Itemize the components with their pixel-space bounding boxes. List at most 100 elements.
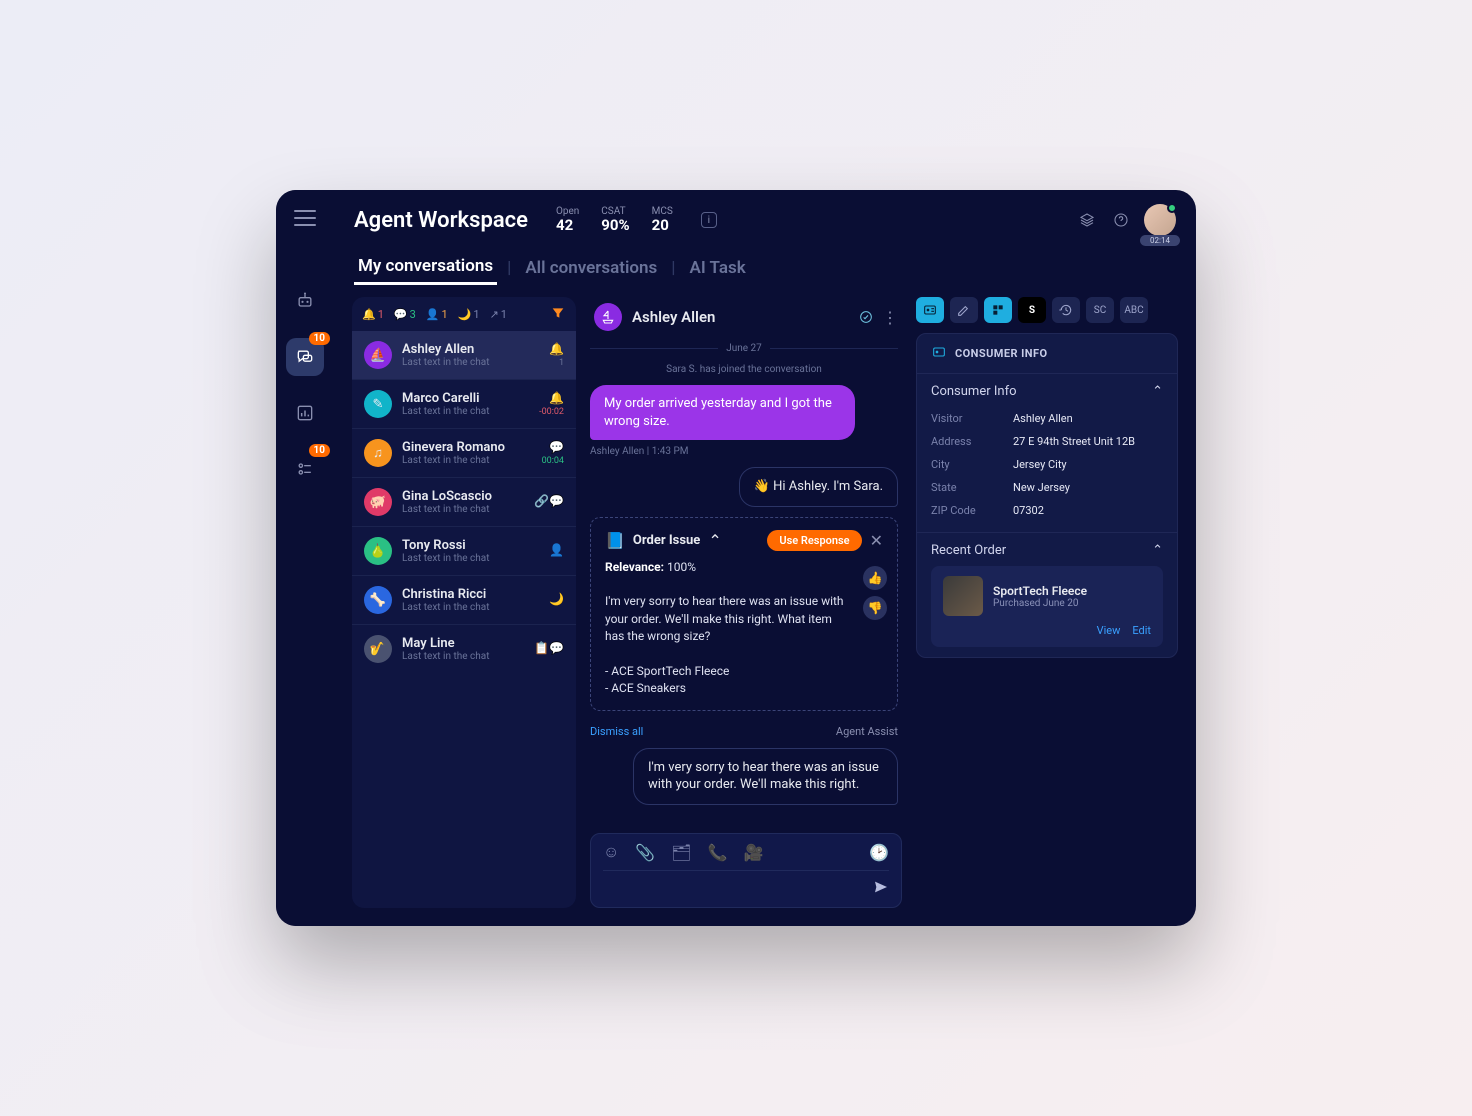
thumbs-up-button[interactable]: 👍 [863,566,887,590]
conversation-avatar: ✎ [364,390,392,418]
conversation-subtitle: Last text in the chat [402,651,524,662]
close-suggestion-button[interactable]: ✕ [870,531,883,550]
user-menu[interactable]: 02:14 [1144,204,1176,236]
status-dot [1167,203,1177,213]
tab-ai-task[interactable]: AI Task [686,252,750,284]
info-button[interactable]: i [701,212,717,228]
use-response-button[interactable]: Use Response [767,530,861,551]
nav-rail: 10 10 [276,190,334,926]
nav-queue[interactable]: 10 [286,450,324,488]
order-image [943,576,983,616]
chat-options-button[interactable]: ⋮ [882,308,898,327]
conversation-status-icon: 📋💬 [534,641,564,655]
chip-abc[interactable]: ABC [1120,297,1148,323]
conversation-item[interactable]: ⛵Ashley AllenLast text in the chat🔔1 [352,331,576,379]
consumer-info-panel: CONSUMER INFO Consumer Info⌃ VisitorAshl… [916,333,1178,658]
conversation-item[interactable]: 🎷May LineLast text in the chat📋💬 [352,624,576,673]
kv-zip: ZIP Code07302 [931,499,1163,522]
send-button[interactable] [873,879,889,899]
order-edit-link[interactable]: Edit [1132,624,1151,637]
filter-chat[interactable]: 💬3 [394,308,416,321]
help-button[interactable] [1110,209,1132,231]
filter-bell[interactable]: 🔔1 [362,308,384,321]
message-composer: ☺ 📎 🗂 📞 🎥 🕑 [590,833,902,908]
header-right: 02:14 [1076,204,1176,236]
suggestion-item-1: - ACE SportTech Fleece [605,664,729,678]
conversation-subtitle: Last text in the chat [402,504,524,515]
consumer-info-section: Consumer Info⌃ VisitorAshley Allen Addre… [917,374,1177,532]
id-card-icon [931,344,947,360]
tab-my-conversations[interactable]: My conversations [354,250,497,285]
conversation-avatar: 🐖 [364,488,392,516]
filter-idle[interactable]: 🌙1 [458,308,480,321]
conversation-name: Gina LoScascio [402,489,524,504]
chip-history[interactable] [1052,297,1080,323]
filter-transfer[interactable]: ↗1 [490,308,507,321]
funnel-icon [550,305,566,321]
filter-person[interactable]: 👤1 [426,308,448,321]
visitor-message-meta: Ashley Allen | 1:43 PM [590,446,898,457]
conversation-item[interactable]: 🦴Christina RicciLast text in the chat🌙 [352,575,576,624]
order-card: SportTech Fleece Purchased June 20 View … [931,566,1163,647]
thumbs-down-button[interactable]: 👎 [863,596,887,620]
pencil-icon [956,302,972,318]
conversation-list: 🔔1 💬3 👤1 🌙1 ↗1 ⛵Ashley AllenLast text in… [352,297,576,908]
conversation-item[interactable]: ✎Marco CarelliLast text in the chat🔔-00:… [352,379,576,428]
conversation-avatar: 🦴 [364,586,392,614]
collapse-order-button[interactable]: ⌃ [1152,543,1163,558]
attach-button[interactable]: 📎 [635,843,655,862]
order-view-link[interactable]: View [1097,624,1121,637]
kv-visitor: VisitorAshley Allen [931,407,1163,430]
chip-sc[interactable]: SC [1086,297,1114,323]
nav-conversations[interactable]: 10 [286,338,324,376]
menu-button[interactable] [294,210,316,226]
conversation-item[interactable]: 🍐Tony RossiLast text in the chat👤 [352,526,576,575]
chevron-up-icon[interactable]: ⌃ [708,531,721,550]
queue-icon [295,459,315,479]
chats-icon [295,347,315,367]
emoji-button[interactable]: ☺ [603,842,619,862]
tab-all-conversations[interactable]: All conversations [521,252,661,284]
conversation-avatar: 🍐 [364,537,392,565]
chip-brand[interactable]: S [1018,297,1046,323]
id-card-icon [922,302,938,318]
agent-assist-label: Agent Assist [836,725,898,738]
conversation-status-icon: 💬 [549,440,564,454]
suggestion-item-2: - ACE Sneakers [605,681,686,695]
verified-icon [858,309,874,325]
metric-mcs: MCS20 [652,206,673,234]
chip-widget[interactable] [984,297,1012,323]
metric-open: Open42 [556,206,579,234]
conversation-name: Ginevera Romano [402,440,532,455]
chip-edit[interactable] [950,297,978,323]
conversation-avatar: ⛵ [364,341,392,369]
conversation-time: 00:04 [542,456,564,466]
relevance-value: 100% [667,560,696,574]
boat-icon [600,309,616,325]
agent-message: 👋 Hi Ashley. I'm Sara. [739,467,898,507]
conversation-item[interactable]: 🐖 Gina LoScascioLast text in the chat 🔗💬 [352,477,576,526]
video-button[interactable]: 🎥 [744,843,764,862]
layers-button[interactable] [1076,209,1098,231]
nav-analytics[interactable] [286,394,324,432]
conversation-status-icon: 🔗💬 [534,494,564,508]
message-stream[interactable]: June 27 Sara S. has joined the conversat… [590,343,902,823]
book-icon: 📘 [605,531,625,550]
collapse-consumer-button[interactable]: ⌃ [1152,384,1163,399]
relevance-label: Relevance: [605,560,664,574]
dismiss-all-link[interactable]: Dismiss all [590,725,643,738]
conversation-subtitle: Last text in the chat [402,553,539,564]
help-icon [1113,212,1129,228]
conversation-time: -00:02 [539,407,564,417]
filter-funnel-button[interactable] [550,305,566,324]
order-sub: Purchased June 20 [993,598,1087,609]
schedule-button[interactable]: 🕑 [869,843,889,862]
agent-message-2: I'm very sorry to hear there was an issu… [633,748,898,805]
chip-consumer-info[interactable] [916,297,944,323]
nav-bot[interactable] [286,282,324,320]
call-button[interactable]: 📞 [708,843,728,862]
canned-button[interactable]: 🗂 [671,843,691,862]
conversation-item[interactable]: ♫Ginevera RomanoLast text in the chat💬00… [352,428,576,477]
conversation-subtitle: Last text in the chat [402,357,539,368]
suggestion-body: I'm very sorry to hear there was an issu… [605,594,844,643]
